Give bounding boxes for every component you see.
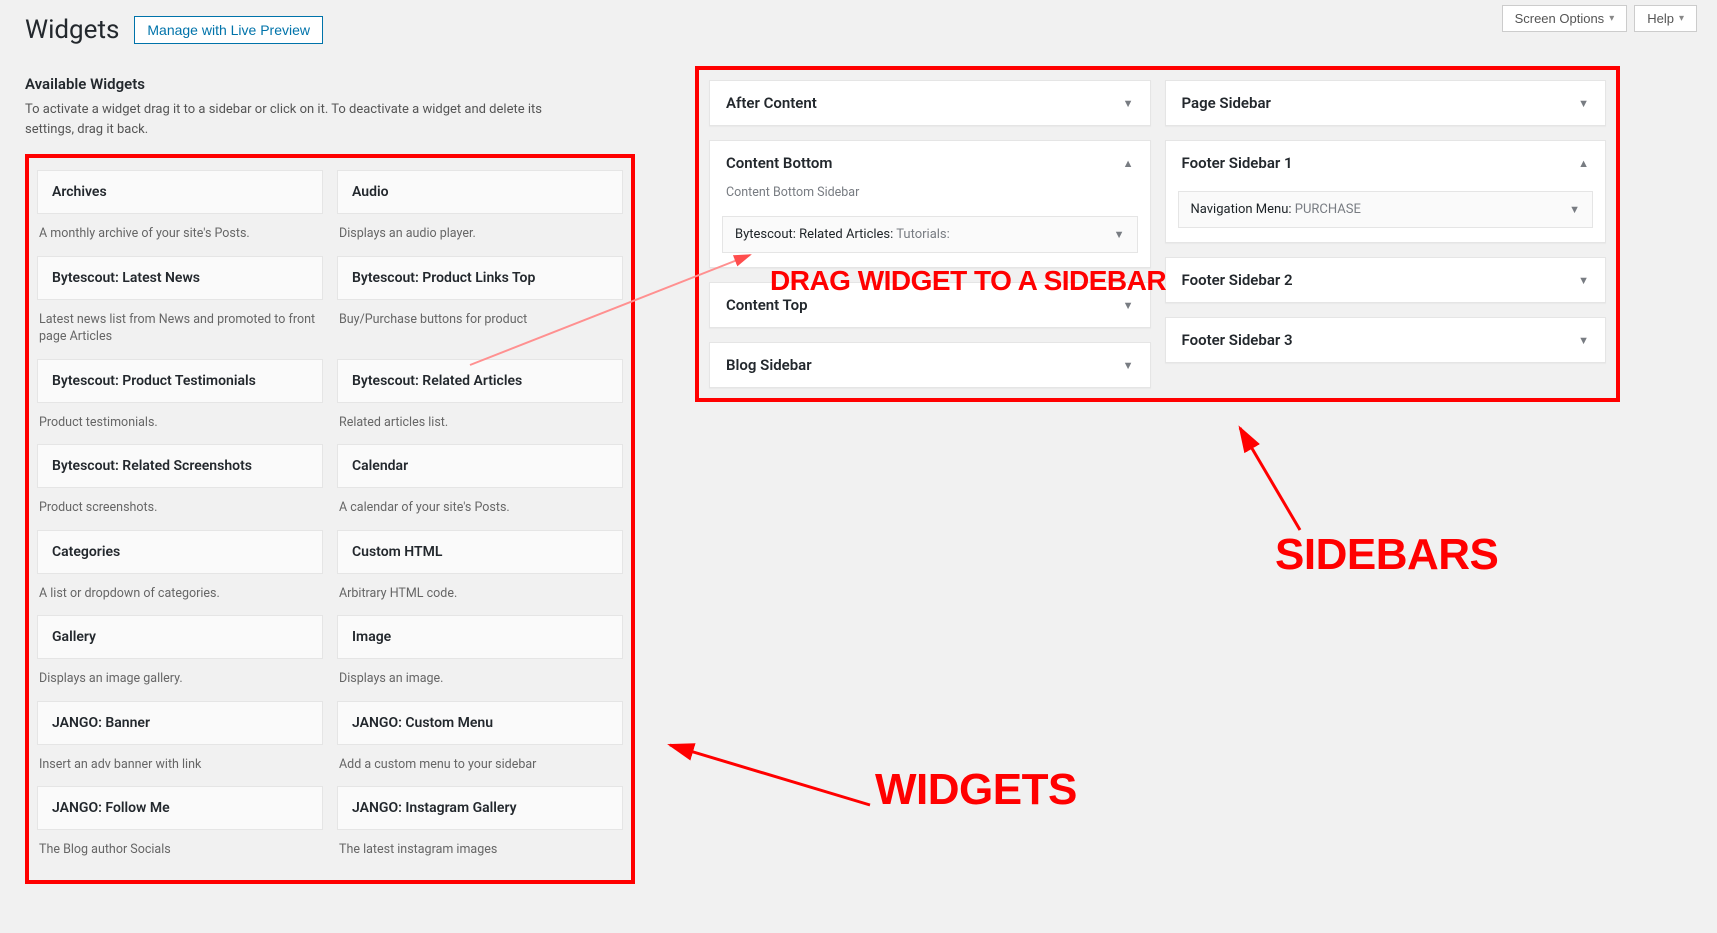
sidebar-box: Page Sidebar ▼ <box>1165 80 1607 126</box>
widget-desc: Displays an image gallery. <box>37 659 323 701</box>
widget-card[interactable]: Bytescout: Latest News <box>37 256 323 300</box>
chevron-down-icon: ▼ <box>1114 228 1125 241</box>
sidebar-box: Footer Sidebar 1 ▲ Navigation Menu: PURCHA… <box>1165 140 1607 243</box>
widget-card[interactable]: JANGO: Follow Me <box>37 786 323 830</box>
live-preview-button[interactable]: Manage with Live Preview <box>134 16 323 44</box>
placed-widget-sub: Tutorials: <box>896 227 950 242</box>
placed-widget-title: Navigation Menu: <box>1191 202 1295 217</box>
widget-desc: Latest news list from News and promoted … <box>37 300 323 359</box>
chevron-down-icon: ▼ <box>1578 274 1589 287</box>
placed-widget[interactable]: Bytescout: Related Articles: Tutorials: ▼ <box>722 216 1138 253</box>
widget-card[interactable]: Gallery <box>37 615 323 659</box>
placed-widget-title: Bytescout: Related Articles: <box>735 227 896 242</box>
available-widgets-desc: To activate a widget drag it to a sideba… <box>0 98 600 154</box>
chevron-down-icon: ▼ <box>1578 334 1589 347</box>
sidebar-desc: Content Bottom Sidebar <box>710 185 1150 210</box>
widget-desc: Add a custom menu to your sidebar <box>337 745 623 787</box>
sidebar-body: Bytescout: Related Articles: Tutorials: ▼ <box>710 210 1150 267</box>
widget-desc: The latest instagram images <box>337 830 623 872</box>
chevron-up-icon: ▲ <box>1123 157 1134 170</box>
help-button[interactable]: Help <box>1634 5 1697 32</box>
widget-card[interactable]: Bytescout: Related Screenshots <box>37 444 323 488</box>
widget-card[interactable]: Categories <box>37 530 323 574</box>
widget-card[interactable]: Custom HTML <box>337 530 623 574</box>
sidebars-panel: After Content▼Content Bottom▲Content Bot… <box>695 66 1620 402</box>
sidebar-header[interactable]: Content Top ▼ <box>710 283 1150 327</box>
widget-card[interactable]: JANGO: Instagram Gallery <box>337 786 623 830</box>
widget-desc: A calendar of your site's Posts. <box>337 488 623 530</box>
sidebar-header[interactable]: Blog Sidebar ▼ <box>710 343 1150 387</box>
chevron-up-icon: ▲ <box>1578 157 1589 170</box>
sidebar-title: Page Sidebar <box>1182 94 1271 112</box>
widget-desc: Buy/Purchase buttons for product <box>337 300 623 342</box>
page-header: Widgets Manage with Live Preview <box>0 0 1717 55</box>
widget-desc: Product screenshots. <box>37 488 323 530</box>
sidebar-title: After Content <box>726 94 817 112</box>
sidebar-body: Navigation Menu: PURCHASE ▼ <box>1166 185 1606 242</box>
available-widgets-panel: ArchivesA monthly archive of your site's… <box>25 154 635 884</box>
screen-options-button[interactable]: Screen Options <box>1502 5 1628 32</box>
widget-card[interactable]: Calendar <box>337 444 623 488</box>
sidebar-box: Blog Sidebar ▼ <box>709 342 1151 388</box>
chevron-down-icon: ▼ <box>1123 97 1134 110</box>
widget-desc: A list or dropdown of categories. <box>37 574 323 616</box>
widget-card[interactable]: Image <box>337 615 623 659</box>
sidebar-title: Footer Sidebar 1 <box>1182 154 1293 172</box>
widget-desc: Displays an image. <box>337 659 623 701</box>
sidebar-title: Blog Sidebar <box>726 356 812 374</box>
top-buttons: Screen Options Help <box>1502 5 1697 32</box>
sidebar-box: After Content ▼ <box>709 80 1151 126</box>
widget-desc: Product testimonials. <box>37 403 323 445</box>
placed-widget[interactable]: Navigation Menu: PURCHASE ▼ <box>1178 191 1594 228</box>
sidebar-header[interactable]: Footer Sidebar 3 ▼ <box>1166 318 1606 362</box>
widget-card[interactable]: Bytescout: Product Links Top <box>337 256 623 300</box>
placed-widget-sub: PURCHASE <box>1295 202 1361 217</box>
sidebar-header[interactable]: Page Sidebar ▼ <box>1166 81 1606 125</box>
widget-card[interactable]: Bytescout: Product Testimonials <box>37 359 323 403</box>
widget-card[interactable]: Bytescout: Related Articles <box>337 359 623 403</box>
page-title: Widgets <box>25 15 119 45</box>
widget-desc: Related articles list. <box>337 403 623 445</box>
widget-desc: Displays an audio player. <box>337 214 623 256</box>
widget-desc: The Blog author Socials <box>37 830 323 872</box>
sidebar-header[interactable]: Footer Sidebar 2 ▼ <box>1166 258 1606 302</box>
widget-card[interactable]: JANGO: Custom Menu <box>337 701 623 745</box>
sidebar-title: Footer Sidebar 2 <box>1182 271 1293 289</box>
sidebar-box: Footer Sidebar 2 ▼ <box>1165 257 1607 303</box>
chevron-down-icon: ▼ <box>1123 299 1134 312</box>
sidebar-title: Content Top <box>726 296 808 314</box>
widget-card[interactable]: Archives <box>37 170 323 214</box>
widget-desc: Arbitrary HTML code. <box>337 574 623 616</box>
sidebar-header[interactable]: Footer Sidebar 1 ▲ <box>1166 141 1606 185</box>
sidebar-title: Footer Sidebar 3 <box>1182 331 1293 349</box>
sidebar-box: Content Top ▼ <box>709 282 1151 328</box>
chevron-down-icon: ▼ <box>1123 359 1134 372</box>
widget-card[interactable]: Audio <box>337 170 623 214</box>
sidebar-title: Content Bottom <box>726 154 832 172</box>
widget-desc: Insert an adv banner with link <box>37 745 323 787</box>
widget-desc: A monthly archive of your site's Posts. <box>37 214 323 256</box>
sidebar-header[interactable]: After Content ▼ <box>710 81 1150 125</box>
sidebar-box: Footer Sidebar 3 ▼ <box>1165 317 1607 363</box>
widget-card[interactable]: JANGO: Banner <box>37 701 323 745</box>
chevron-down-icon: ▼ <box>1569 203 1580 216</box>
sidebar-header[interactable]: Content Bottom ▲ <box>710 141 1150 185</box>
sidebar-box: Content Bottom ▲ Content Bottom Sidebar Byt… <box>709 140 1151 268</box>
chevron-down-icon: ▼ <box>1578 97 1589 110</box>
